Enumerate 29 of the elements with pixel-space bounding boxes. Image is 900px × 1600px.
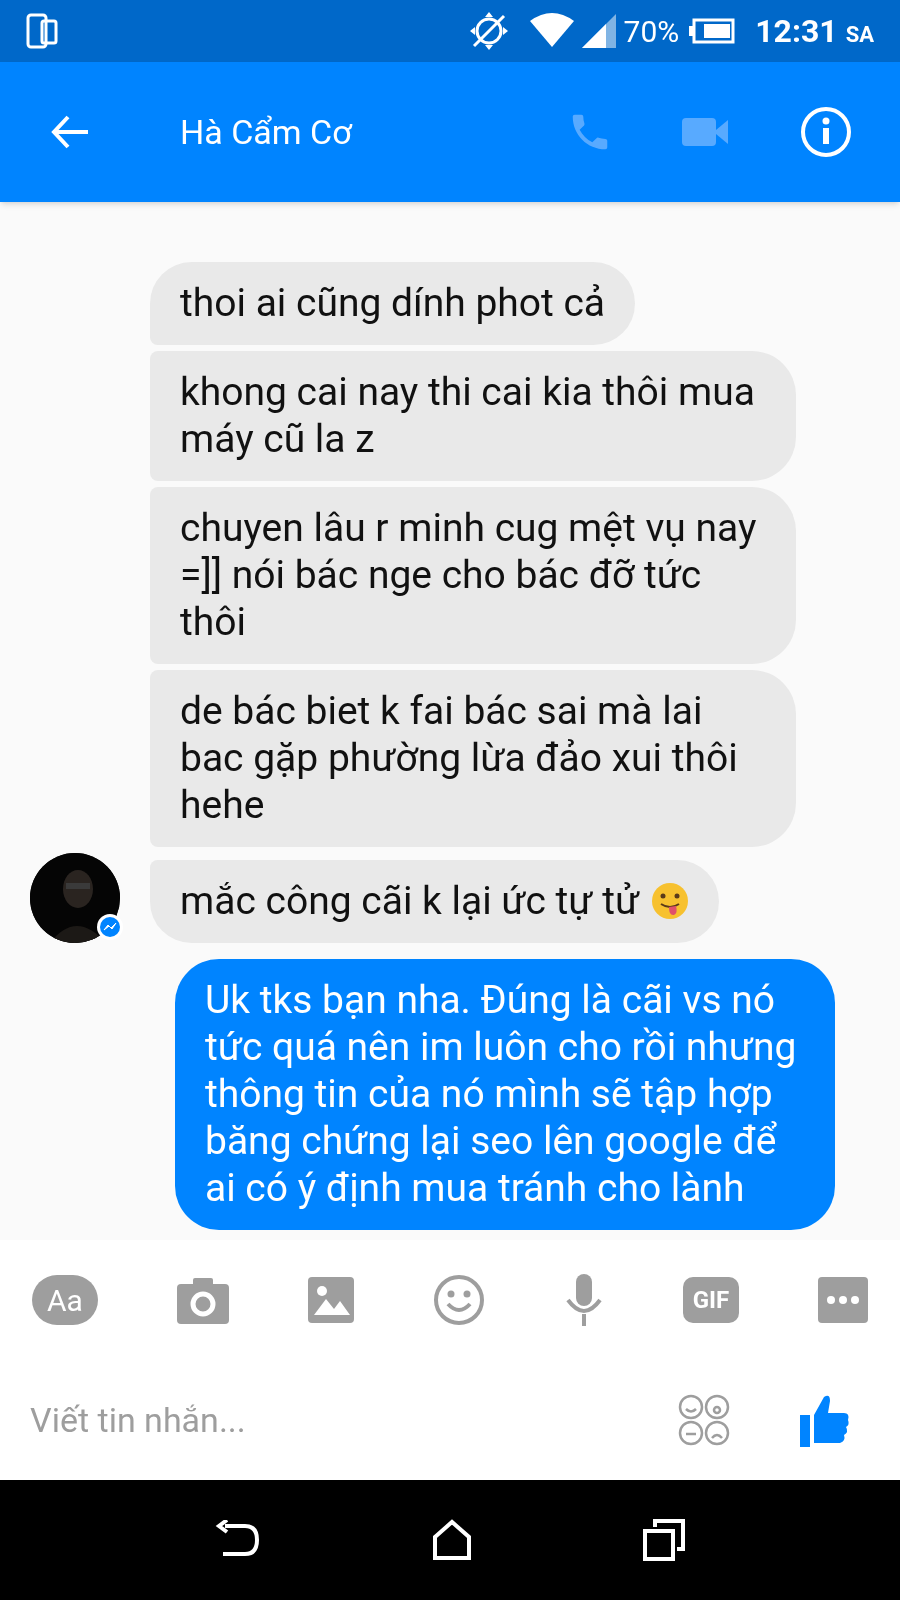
signal-icon bbox=[581, 14, 616, 48]
camera-icon[interactable] bbox=[177, 1276, 229, 1324]
more-icon[interactable] bbox=[818, 1277, 868, 1323]
reactions-icon[interactable] bbox=[678, 1394, 730, 1446]
received-message-bubble: thoi ai cũng dính phot cả bbox=[150, 262, 636, 345]
device-icon bbox=[26, 13, 58, 49]
video-camera-icon bbox=[682, 116, 730, 148]
info-icon bbox=[800, 106, 852, 158]
message-input-field[interactable]: Viết tin nhắn... bbox=[30, 1394, 678, 1446]
clock-period: SA bbox=[845, 20, 874, 49]
sent-message-bubble: Uk tks bạn nha. Đúng là cãi vs nó tức quá nên im luôn cho rồi nhưng thông tin của nó mình sẽ tập hợp băng chứng lại seo lên google để ai có ý định mua tránh cho lành bbox=[175, 959, 835, 1230]
microphone-icon[interactable] bbox=[564, 1274, 604, 1326]
wifi-icon bbox=[529, 13, 574, 49]
contact-name: Hà Cẩm Cơ bbox=[180, 110, 352, 154]
battery-percentage: 70% bbox=[623, 12, 680, 51]
image-icon[interactable] bbox=[308, 1277, 354, 1323]
battery-icon bbox=[689, 18, 736, 44]
home-icon[interactable] bbox=[431, 1519, 473, 1561]
message-text: mắc công cãi k lại ức tự tử bbox=[180, 878, 639, 924]
thumbs-up-icon[interactable] bbox=[800, 1393, 850, 1447]
smiley-icon[interactable] bbox=[433, 1274, 485, 1326]
clock-time: 12:31 bbox=[755, 11, 838, 52]
gif-button[interactable]: GIF bbox=[683, 1277, 739, 1323]
text-style-button[interactable]: Aa bbox=[32, 1275, 98, 1325]
received-message-bubble: chuyen lâu r minh cug mệt vụ nay =]] nói bác nge cho bác đỡ tức thôi bbox=[150, 487, 796, 664]
received-message-bubble: khong cai nay thi cai kia thôi mua máy cũ la z bbox=[150, 351, 796, 481]
recent-apps-icon[interactable] bbox=[643, 1519, 685, 1561]
back-arrow-icon bbox=[50, 114, 90, 150]
received-message-bubble: de bác biet k fai bác sai mà lai bac gặp phường lừa đảo xui thôi hehe bbox=[150, 670, 796, 847]
